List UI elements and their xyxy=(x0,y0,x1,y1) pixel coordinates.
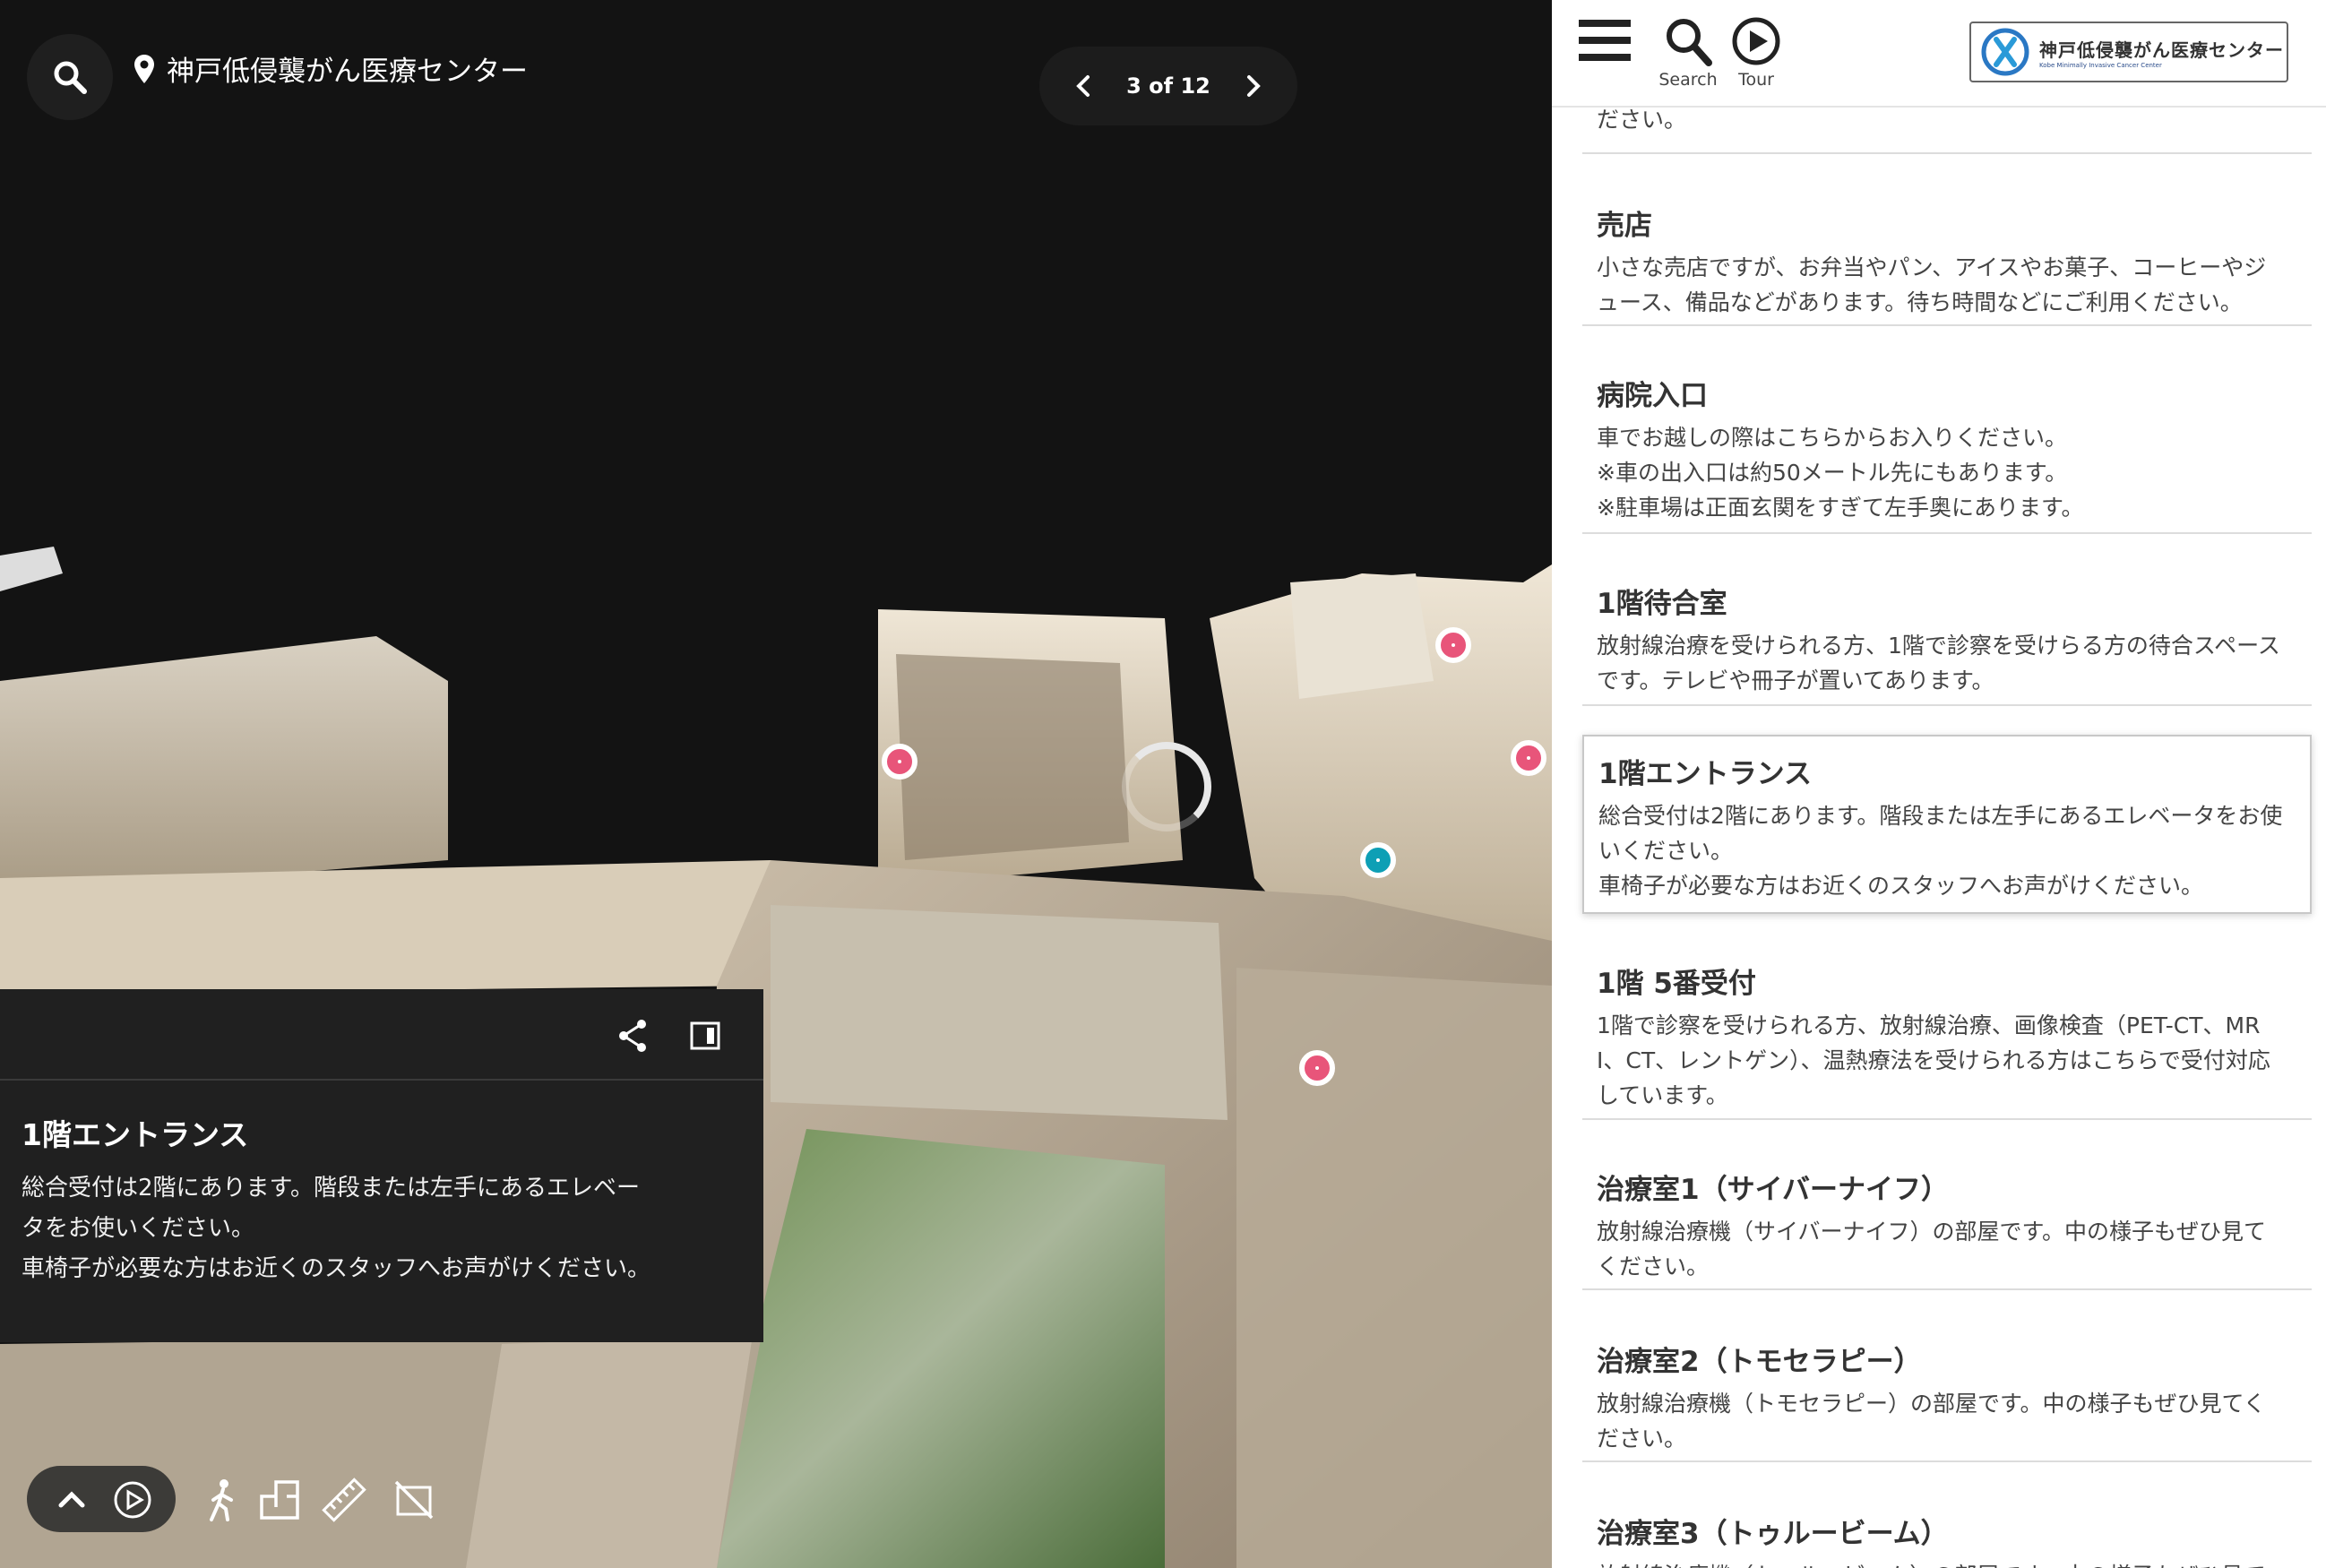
hide-tags-icon[interactable] xyxy=(391,1477,437,1523)
hospital-logo-mark-icon xyxy=(1981,28,2029,76)
list-item-desc: 1階で診察を受けられる方、放射線治療、画像検査（PET-CT、MR I、CT、レ… xyxy=(1597,1012,2270,1108)
dock-panel-icon[interactable] xyxy=(690,1021,720,1050)
info-card-title: 1階エントランス xyxy=(22,1117,249,1152)
measure-icon[interactable] xyxy=(321,1477,367,1523)
logo-subtext: Kobe Minimally Invasive Cancer Center xyxy=(2039,61,2162,69)
hamburger-menu-icon[interactable] xyxy=(1579,18,1631,63)
list-item[interactable]: 治療室1（サイバーナイフ） 放射線治療機（サイバーナイフ）の部屋です。中の様子も… xyxy=(1582,1163,2312,1290)
floorplan-icon[interactable] xyxy=(256,1477,303,1523)
list-item-partial[interactable]: ださい。 xyxy=(1582,102,2312,154)
mattertag-marker[interactable] xyxy=(1435,627,1471,663)
sidebar-toolbar: Search Tour 神戸低侵襲がん医療センター Kobe Minimally… xyxy=(1552,0,2326,108)
list-item-title: 売店 xyxy=(1597,210,1652,242)
list-item-title: 1階 5番受付 xyxy=(1597,968,1756,1000)
list-item[interactable]: 1階待合室 放射線治療を受けられる方、1階で診察を受けらる方の待合スペース です… xyxy=(1582,577,2312,706)
list-item-desc: 車でお越しの際はこちらからお入りください。 ※車の出入口は約50メートル先にもあ… xyxy=(1597,425,2084,521)
search-tab-button[interactable]: Search xyxy=(1652,16,1724,90)
play-icon[interactable] xyxy=(109,1477,156,1523)
search-button[interactable] xyxy=(27,34,113,120)
mattertag-marker[interactable] xyxy=(882,744,917,780)
list-item-desc: 放射線治療を受けられる方、1階で診察を受けらる方の待合スペース です。テレビや冊… xyxy=(1597,633,2280,694)
list-item[interactable]: 治療室3（トゥルービーム） 放射線治療機（トゥルービーム）の部屋です。中の様子も… xyxy=(1582,1507,2312,1568)
list-item[interactable]: 病院入口 車でお越しの際はこちらからお入りください。 ※車の出入口は約50メート… xyxy=(1582,369,2312,534)
mattertag-marker[interactable] xyxy=(1299,1050,1335,1086)
model-title: 神戸低侵襲がん医療センター xyxy=(167,56,528,88)
highlight-pager: 3 of 12 xyxy=(1039,47,1297,125)
list-item-desc: 放射線治療機（トモセラピー）の部屋です。中の様子もぜひ見てく ださい。 xyxy=(1597,1391,2266,1452)
info-card-header xyxy=(0,989,763,1081)
list-item-desc: 放射線治療機（サイバーナイフ）の部屋です。中の様子もぜひ見て ください。 xyxy=(1597,1219,2267,1279)
list-item-title: 治療室2（トモセラピー） xyxy=(1597,1346,1922,1378)
tag-info-card: 1階エントランス 総合受付は2階にあります。階段または左手にあるエレベー タをお… xyxy=(0,989,763,1342)
logo-text: 神戸低侵襲がん医療センター xyxy=(2039,39,2284,61)
hospital-logo[interactable]: 神戸低侵襲がん医療センター Kobe Minimally Invasive Ca… xyxy=(1969,22,2288,82)
3d-viewer[interactable]: 神戸低侵襲がん医療センター 3 of 12 1階エントランス 総合受付は2階にあ… xyxy=(0,0,1552,1568)
list-item-desc: 放射線治療機（トゥルービーム）の部屋です。中の様子もぜひ見て xyxy=(1597,1558,2294,1568)
location-pin-icon xyxy=(134,54,154,83)
info-card-body: 総合受付は2階にあります。階段または左手にあるエレベー タをお使いください。 車… xyxy=(22,1168,738,1289)
search-icon xyxy=(1667,19,1712,66)
search-tab-label: Search xyxy=(1658,70,1718,90)
list-item[interactable]: 1階 5番受付 1階で診察を受けられる方、放射線治療、画像検査（PET-CT、M… xyxy=(1582,957,2312,1120)
loading-spinner xyxy=(1122,742,1211,831)
list-item-desc: 小さな売店ですが、お弁当やパン、アイスやお菓子、コーヒーやジ ュース、備品などが… xyxy=(1597,254,2267,315)
chevron-left-icon[interactable] xyxy=(1072,73,1097,99)
list-item-title: 1階待合室 xyxy=(1597,588,1727,620)
pager-count: 3 of 12 xyxy=(1126,73,1210,99)
walk-icon[interactable] xyxy=(199,1477,246,1523)
info-card-line: 総合受付は2階にあります。階段または左手にあるエレベー xyxy=(22,1175,640,1202)
highlights-sidebar: ださい。 売店 小さな売店ですが、お弁当やパン、アイスやお菓子、コーヒーやジ ュ… xyxy=(1552,0,2326,1568)
search-icon xyxy=(54,61,87,94)
chevron-right-icon[interactable] xyxy=(1240,73,1265,99)
tour-tab-label: Tour xyxy=(1738,70,1774,90)
location-label: 神戸低侵襲がん医療センター xyxy=(133,48,528,89)
play-circle-icon xyxy=(1732,17,1780,65)
bottom-toolbar xyxy=(27,1466,833,1538)
chevron-up-icon[interactable] xyxy=(48,1477,95,1523)
list-item-title: 病院入口 xyxy=(1597,380,1708,412)
tour-tab-button[interactable]: Tour xyxy=(1720,16,1792,90)
info-card-line: 車椅子が必要な方はお近くのスタッフへお声がけください。 xyxy=(22,1255,651,1282)
share-icon[interactable] xyxy=(616,1018,649,1054)
list-item-title: 治療室3（トゥルービーム） xyxy=(1597,1518,1949,1550)
mattertag-marker[interactable] xyxy=(1511,740,1546,776)
list-item-title: 治療室1（サイバーナイフ） xyxy=(1597,1174,1949,1206)
list-item[interactable]: 売店 小さな売店ですが、お弁当やパン、アイスやお菓子、コーヒーやジ ュース、備品… xyxy=(1582,199,2312,326)
list-item-selected[interactable]: 1階エントランス 総合受付は2階にあります。階段または左手にあるエレベータをお使… xyxy=(1582,735,2312,914)
list-item-desc: 総合受付は2階にあります。階段または左手にあるエレベータをお使 いください。 車… xyxy=(1598,803,2283,899)
list-item[interactable]: 治療室2（トモセラピー） 放射線治療機（トモセラピー）の部屋です。中の様子もぜひ… xyxy=(1582,1335,2312,1462)
logo-text-block: 神戸低侵襲がん医療センター Kobe Minimally Invasive Ca… xyxy=(2039,36,2284,69)
mattertag-marker[interactable] xyxy=(1360,842,1396,878)
list-item-title: 1階エントランス xyxy=(1598,758,1812,790)
info-card-line: タをお使いください。 xyxy=(22,1215,255,1242)
